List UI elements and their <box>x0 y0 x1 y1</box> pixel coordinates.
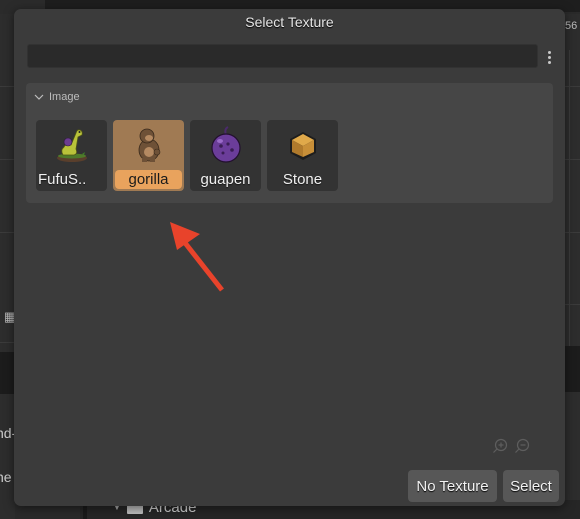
annotation-arrow-icon <box>170 222 224 292</box>
divider <box>0 159 15 160</box>
zoom-in-icon[interactable] <box>492 438 508 454</box>
texture-item[interactable]: Stone <box>267 120 338 191</box>
image-group: Image FufuS.. gorilla guapen Stone <box>26 83 553 203</box>
gorilla-sprite-icon <box>138 128 161 162</box>
purple-fruit-sprite-icon <box>211 126 241 163</box>
no-texture-button[interactable]: No Texture <box>408 470 497 502</box>
more-options-button[interactable] <box>544 47 554 67</box>
kebab-dot <box>547 55 551 59</box>
kebab-dot <box>547 60 551 64</box>
divider <box>569 50 570 350</box>
dialog-title: Select Texture <box>245 14 334 30</box>
texture-item[interactable]: FufuS.. <box>36 120 107 191</box>
kebab-menu-icon <box>547 50 551 54</box>
divider <box>0 86 15 87</box>
background-left-panel <box>0 14 15 519</box>
dinosaur-sprite-icon <box>57 129 87 162</box>
background-number: 56 <box>565 20 578 32</box>
background-dark-strip <box>0 352 15 394</box>
background-dark-strip <box>565 346 580 392</box>
divider <box>0 342 15 343</box>
select-texture-dialog: Select Texture Image FufuS.. gorilla gua… <box>14 9 565 506</box>
background-right-panel <box>565 14 580 519</box>
divider <box>565 232 580 233</box>
texture-list: FufuS.. gorilla guapen Stone <box>36 120 338 191</box>
texture-item-selected[interactable]: gorilla <box>113 120 184 191</box>
divider <box>565 159 580 160</box>
group-label: Image <box>49 91 80 103</box>
image-group-header[interactable]: Image <box>34 91 80 103</box>
select-button[interactable]: Select <box>503 470 559 502</box>
texture-item-label: gorilla <box>115 170 182 189</box>
texture-item-label: guapen <box>200 171 251 188</box>
divider <box>0 232 15 233</box>
divider <box>565 304 580 305</box>
stone-block-sprite-icon <box>290 132 316 160</box>
chevron-down-icon <box>34 94 44 100</box>
divider <box>565 86 580 87</box>
texture-item-label: FufuS.. <box>38 171 87 188</box>
search-input[interactable] <box>27 44 538 68</box>
zoom-out-icon[interactable] <box>514 438 530 454</box>
background-left-text: ne <box>0 469 12 485</box>
texture-item[interactable]: guapen <box>190 120 261 191</box>
texture-item-label: Stone <box>282 171 323 188</box>
